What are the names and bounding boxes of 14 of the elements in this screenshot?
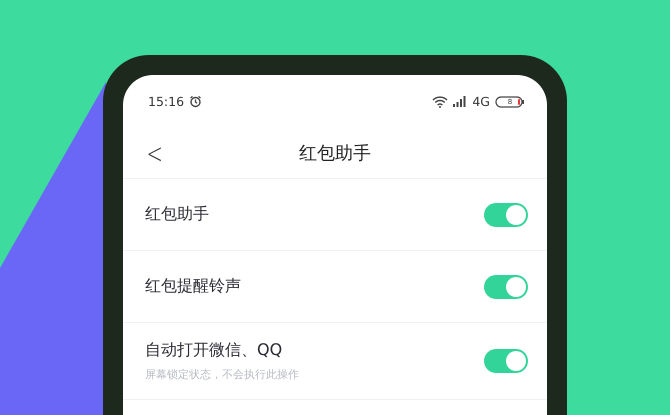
back-button[interactable]: < (144, 136, 166, 170)
setting-hint: 屏幕锁定状态，不会执行此操作 (145, 367, 300, 382)
setting-label: 红包提醒铃声 (145, 276, 242, 297)
toggle-switch[interactable] (484, 202, 528, 226)
setting-label: 红包助手 (145, 204, 210, 225)
network-type: 4G (472, 94, 490, 109)
toggle-switch[interactable] (484, 349, 528, 373)
time: 15:16 (148, 94, 184, 109)
signal-icon (453, 96, 468, 107)
wifi-icon (432, 96, 448, 108)
toggle-switch[interactable] (484, 274, 528, 298)
alarm-icon (189, 95, 202, 108)
setting-label: 自动打开微信、QQ (145, 340, 284, 361)
page-title: 红包助手 (299, 142, 371, 165)
